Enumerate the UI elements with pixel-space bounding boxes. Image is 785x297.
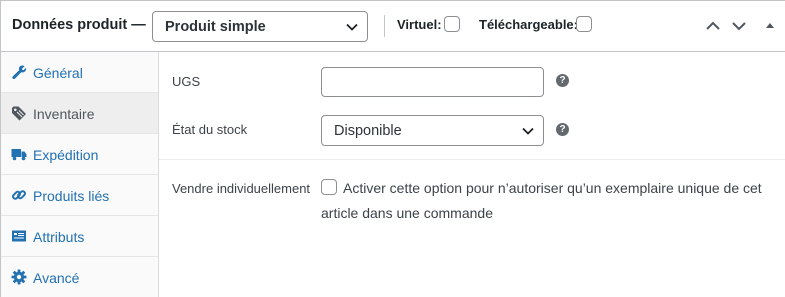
stock-status-value: Disponible — [334, 123, 402, 139]
move-up-button[interactable] — [702, 15, 724, 37]
sku-label: UGS — [172, 74, 201, 89]
downloadable-checkbox[interactable] — [576, 16, 592, 32]
toggle-panel-button[interactable] — [759, 15, 781, 37]
product-data-panel: Données produit — Produit simple Virtuel… — [0, 0, 785, 297]
tab-label: Avancé — [33, 270, 80, 286]
sku-input[interactable] — [321, 67, 544, 97]
tab-advanced[interactable]: Avancé — [1, 257, 158, 297]
tab-general[interactable]: Général — [1, 52, 158, 93]
chevron-down-icon — [346, 23, 358, 31]
triangle-up-icon — [766, 23, 774, 28]
product-type-select[interactable]: Produit simple — [152, 11, 368, 42]
tab-shipping[interactable]: Expédition — [1, 134, 158, 175]
tab-attributes[interactable]: Attributs — [1, 216, 158, 257]
truck-icon — [11, 149, 27, 161]
downloadable-label: Téléchargeable: — [479, 17, 578, 32]
product-type-value: Produit simple — [165, 19, 266, 35]
virtual-label: Virtuel: — [397, 17, 442, 32]
link-icon — [12, 190, 26, 200]
wrench-icon — [12, 65, 27, 80]
chevron-down-icon — [732, 22, 746, 31]
header-divider — [384, 15, 385, 37]
tab-label: Inventaire — [33, 106, 95, 122]
product-data-tabs: Général Inventaire Expédition Produits l… — [1, 52, 159, 297]
tab-label: Général — [33, 65, 83, 81]
sold-individually-label: Vendre individuellement — [172, 181, 311, 196]
panel-header: Données produit — Produit simple Virtuel… — [1, 1, 785, 52]
chevron-down-icon — [522, 127, 534, 135]
panel-title: Données produit — — [12, 17, 146, 33]
inventory-panel: UGS ? État du stock Disponible ? Vendre … — [159, 52, 785, 297]
tab-label: Expédition — [33, 147, 99, 163]
stock-status-select[interactable]: Disponible — [321, 115, 544, 146]
tab-label: Produits liés — [33, 188, 110, 204]
sold-individually-description: Activer cette option pour n’autoriser qu… — [321, 180, 762, 221]
section-divider — [159, 159, 785, 160]
tab-inventory[interactable]: Inventaire — [1, 93, 158, 134]
list-card-icon — [12, 230, 26, 242]
tag-icon — [12, 106, 26, 121]
gear-icon — [11, 269, 27, 285]
virtual-checkbox[interactable] — [444, 16, 460, 32]
stock-status-label: État du stock — [172, 122, 248, 137]
move-down-button[interactable] — [728, 15, 750, 37]
chevron-up-icon — [706, 21, 720, 30]
tab-linked-products[interactable]: Produits liés — [1, 175, 158, 216]
help-icon[interactable]: ? — [556, 123, 569, 136]
help-icon[interactable]: ? — [556, 74, 569, 87]
tab-label: Attributs — [33, 229, 85, 245]
